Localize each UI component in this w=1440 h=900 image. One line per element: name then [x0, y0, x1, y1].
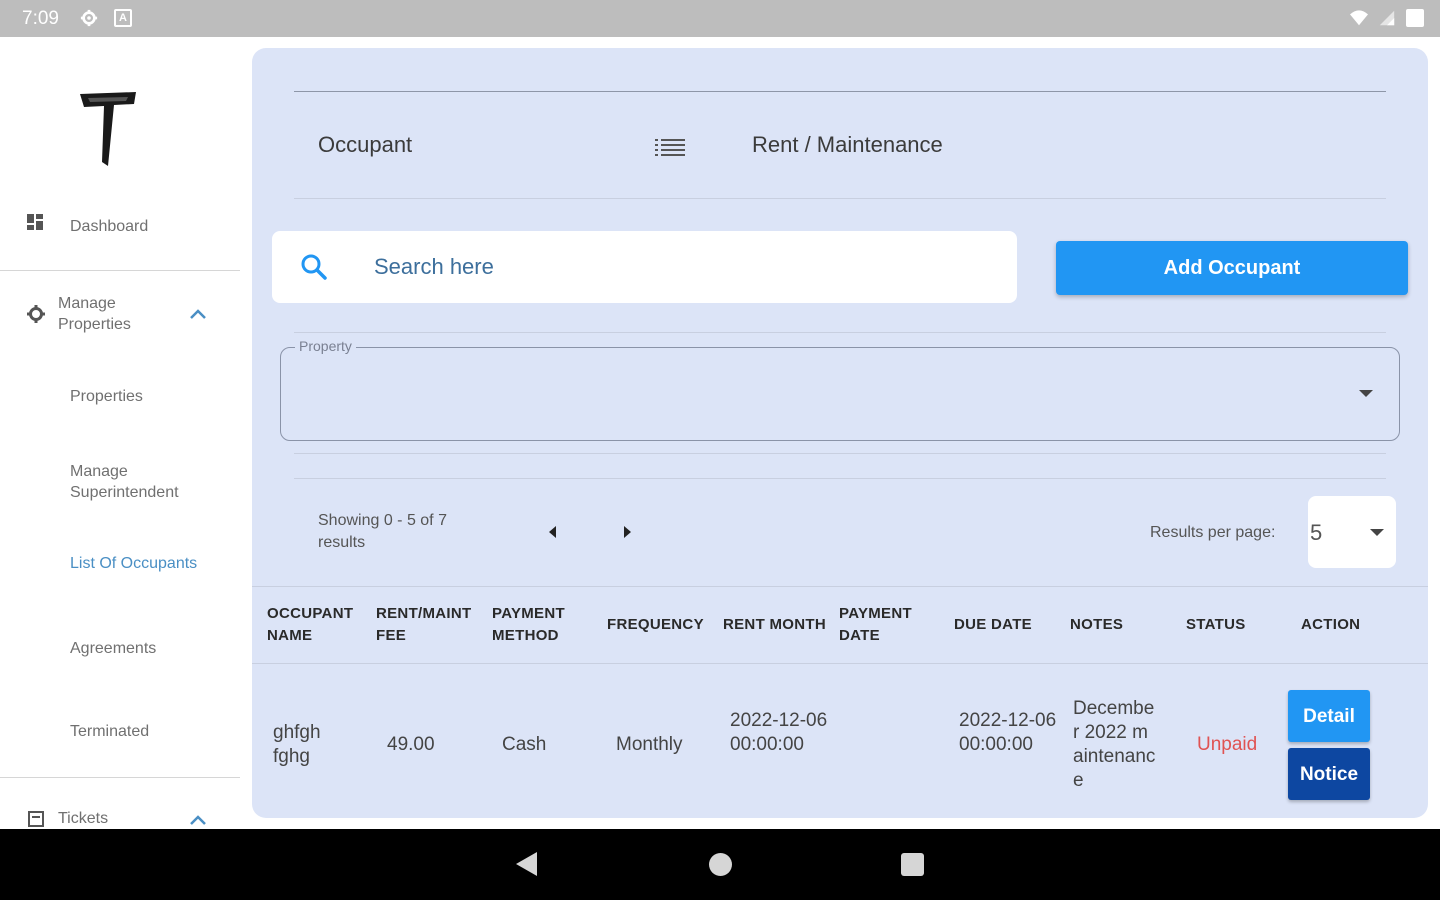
- column-header: NOTES: [1070, 616, 1124, 633]
- cell-notes: December 2022 maintenance: [1073, 698, 1156, 791]
- column-header: DUE DATE: [954, 616, 1032, 633]
- next-page-button[interactable]: [619, 522, 635, 542]
- sidebar-item-tickets[interactable]: Tickets: [58, 810, 108, 828]
- battery-icon: [1406, 9, 1424, 27]
- sidebar-item-manage-properties[interactable]: Manage Properties: [58, 293, 158, 335]
- property-label: Property: [295, 338, 356, 354]
- search-box[interactable]: [272, 231, 1017, 303]
- column-header: OCCUPANT NAME: [267, 605, 354, 644]
- divider: [252, 663, 1428, 664]
- sidebar-item-list-of-occupants[interactable]: List Of Occupants: [70, 555, 197, 573]
- chevron-up-icon[interactable]: [189, 814, 207, 826]
- column-header: PAYMENT METHOD: [492, 605, 565, 644]
- notification-a-icon: A: [114, 9, 132, 27]
- sidebar-item-terminated[interactable]: Terminated: [70, 723, 149, 741]
- app-logo: [80, 92, 136, 166]
- system-nav-bar: [0, 829, 1440, 900]
- recent-apps-icon[interactable]: [901, 853, 924, 876]
- column-header: STATUS: [1186, 616, 1246, 633]
- notice-button[interactable]: Notice: [1288, 748, 1370, 800]
- sidebar-item-dashboard[interactable]: Dashboard: [70, 218, 148, 236]
- column-header: RENT/MAINT FEE: [376, 605, 472, 644]
- add-occupant-button[interactable]: Add Occupant: [1056, 241, 1408, 295]
- wifi-icon: [1350, 10, 1368, 26]
- ticket-icon: [28, 811, 44, 827]
- cell-due-date: 2022-12-06 00:00:00: [959, 710, 1057, 755]
- signal-icon: [1379, 10, 1395, 26]
- results-per-page-value: 5: [1310, 520, 1323, 545]
- column-header: PAYMENT DATE: [839, 605, 912, 644]
- home-icon[interactable]: [709, 853, 732, 876]
- back-icon[interactable]: [516, 852, 537, 876]
- cell-fee: 49.00: [387, 734, 435, 755]
- tab-occupant[interactable]: Occupant: [318, 132, 412, 158]
- status-bar: 7:09 A: [0, 0, 1440, 37]
- cell-rent-month: 2022-12-06 00:00:00: [730, 710, 828, 755]
- chevron-left-icon: [549, 526, 556, 538]
- results-per-page-label: Results per page:: [1150, 524, 1276, 541]
- previous-page-button[interactable]: [546, 522, 562, 542]
- pagination-summary: Showing 0 - 5 of 7 results: [318, 512, 447, 551]
- search-input[interactable]: [374, 251, 974, 283]
- sidebar: Dashboard Manage Properties Properties M…: [0, 37, 240, 829]
- column-header: FREQUENCY: [607, 616, 704, 633]
- sidebar-divider: [0, 777, 240, 778]
- sidebar-divider: [0, 270, 240, 271]
- column-header: ACTION: [1301, 616, 1361, 633]
- divider: [294, 453, 1386, 454]
- sidebar-item-properties[interactable]: Properties: [70, 388, 143, 406]
- cell-payment-method: Cash: [502, 734, 547, 755]
- divider: [294, 332, 1386, 333]
- gear-icon: [27, 305, 45, 323]
- sidebar-item-agreements[interactable]: Agreements: [70, 640, 156, 658]
- column-header: RENT MONTH: [723, 616, 826, 633]
- main-panel: Occupant Rent / Maintenance Add Occupant…: [252, 48, 1428, 818]
- settings-gear-icon: [80, 9, 98, 27]
- status-badge: Unpaid: [1197, 734, 1258, 755]
- search-icon: [301, 254, 327, 280]
- divider: [294, 478, 1386, 479]
- tab-rent-maintenance[interactable]: Rent / Maintenance: [752, 132, 943, 158]
- divider: [294, 91, 1386, 92]
- chevron-right-icon: [624, 526, 631, 538]
- cell-occupant-name: ghfgh fghg: [273, 722, 321, 767]
- dropdown-arrow-icon: [1359, 390, 1373, 397]
- dropdown-arrow-icon: [1370, 529, 1384, 536]
- dashboard-icon: [27, 214, 43, 230]
- list-icon[interactable]: [655, 137, 685, 157]
- divider: [294, 198, 1386, 199]
- cell-frequency: Monthly: [616, 734, 683, 755]
- detail-button[interactable]: Detail: [1288, 690, 1370, 742]
- results-per-page-select[interactable]: 5: [1308, 496, 1396, 568]
- status-time: 7:09: [22, 8, 59, 29]
- sidebar-item-manage-superintendent[interactable]: Manage Superintendent: [70, 461, 210, 503]
- property-select[interactable]: Property: [280, 338, 1400, 441]
- chevron-up-icon[interactable]: [189, 308, 207, 320]
- divider: [252, 586, 1428, 587]
